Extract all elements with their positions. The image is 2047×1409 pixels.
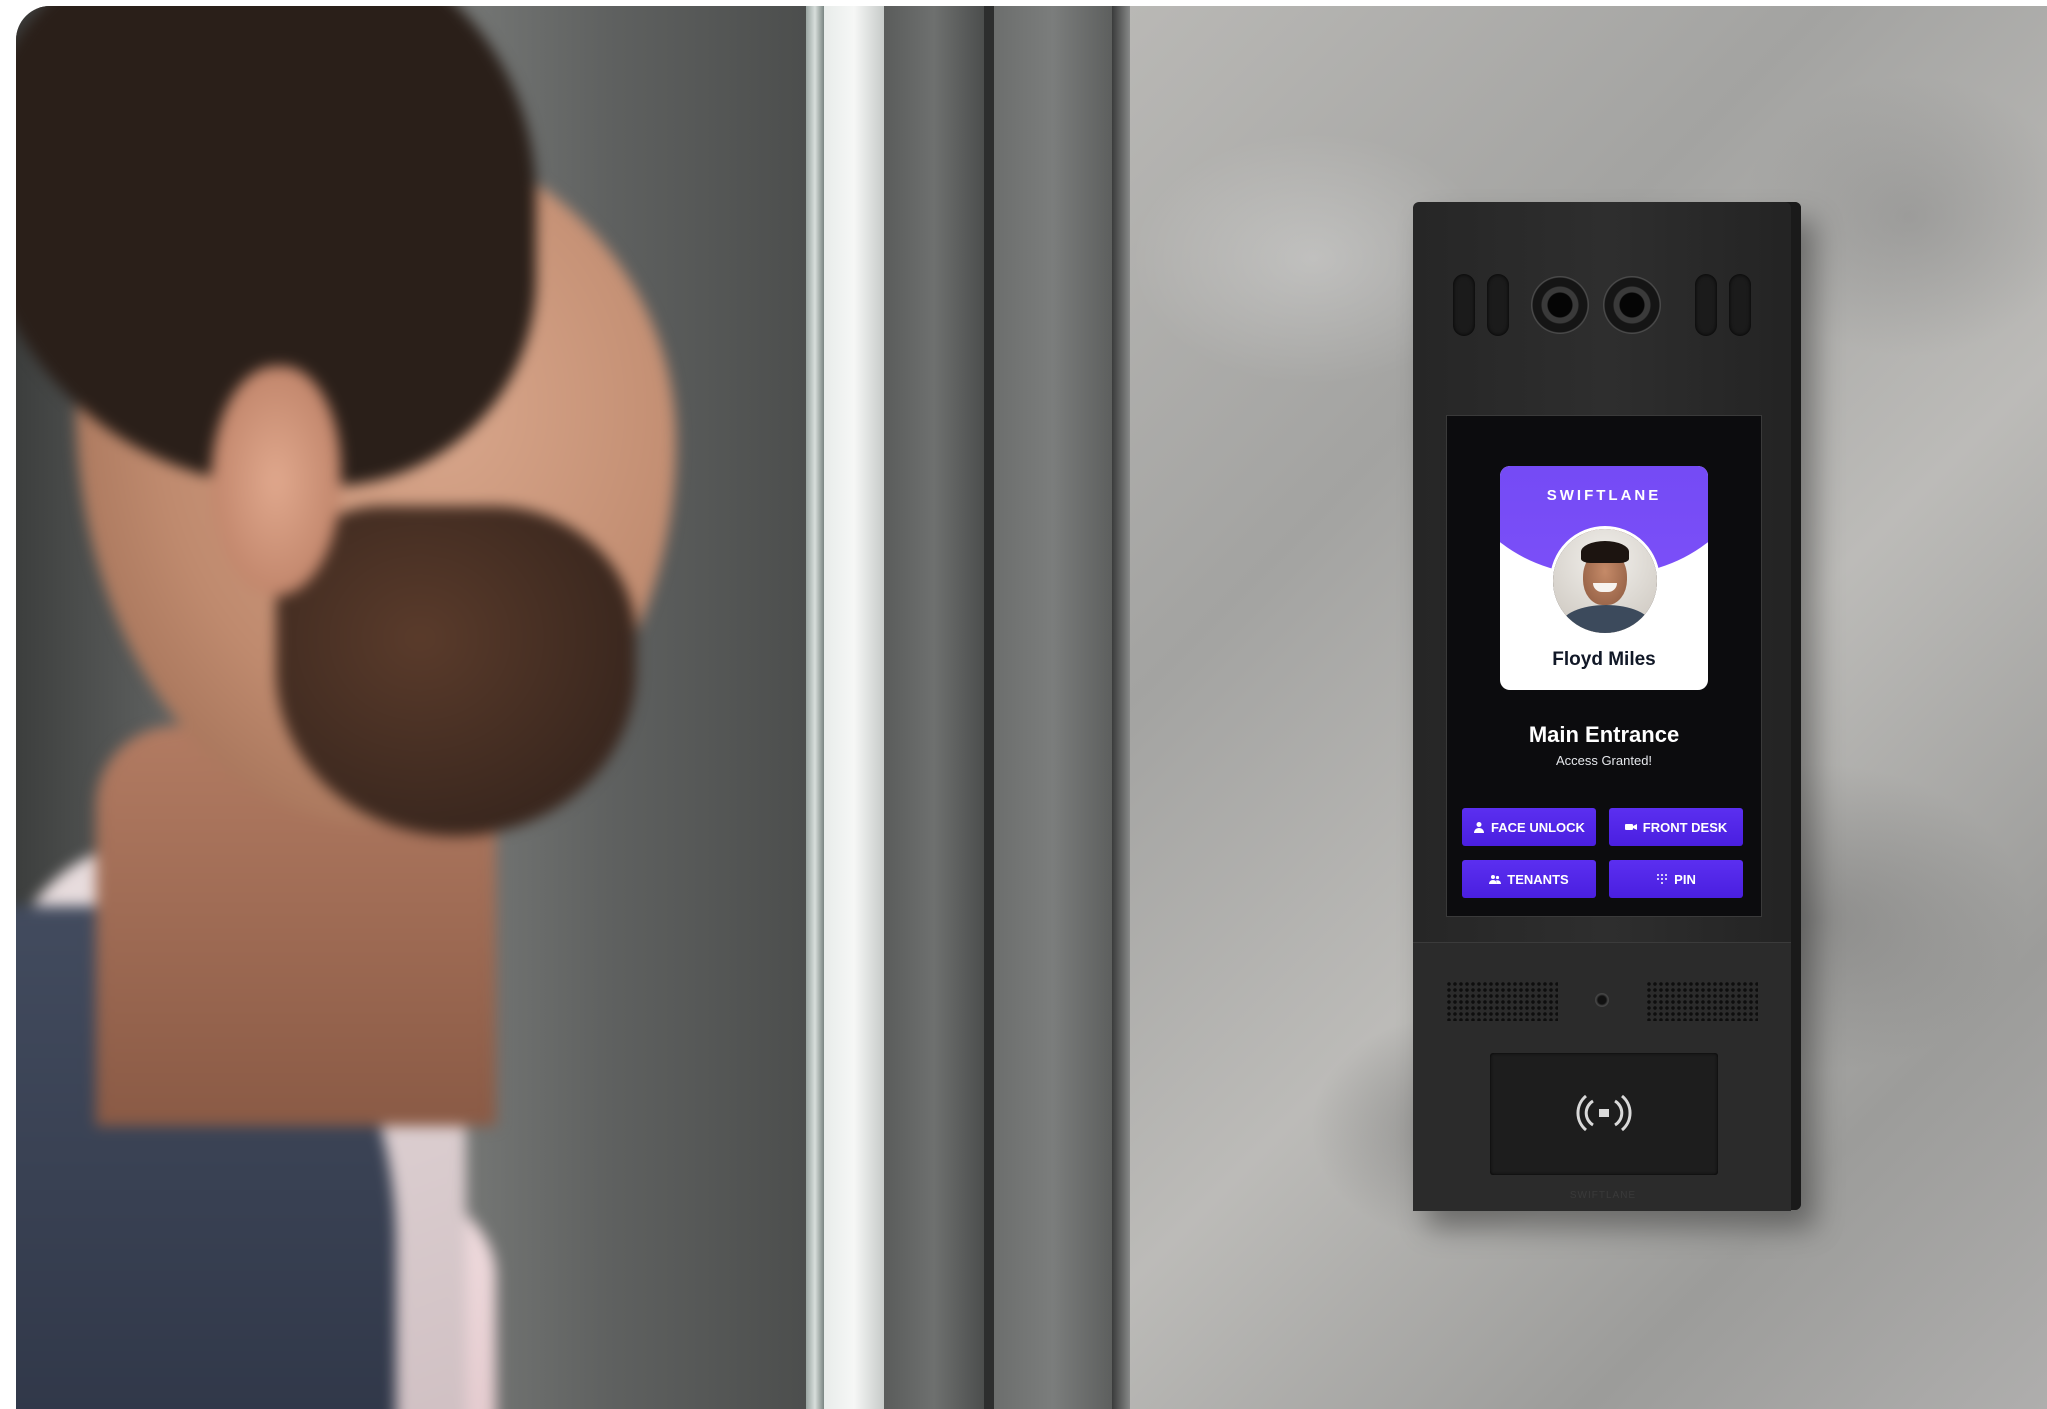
beard bbox=[276, 506, 636, 836]
front-desk-button[interactable]: FRONT DESK bbox=[1609, 808, 1743, 846]
ir-sensor bbox=[1453, 274, 1475, 336]
avatar bbox=[1550, 526, 1660, 636]
nfc-icon bbox=[1576, 1094, 1632, 1132]
video-camera-icon bbox=[1624, 824, 1637, 830]
ir-sensor bbox=[1487, 274, 1509, 336]
resident-name: Floyd Miles bbox=[1552, 649, 1656, 670]
location-title: Main Entrance bbox=[1528, 722, 1680, 747]
button-label: PIN bbox=[1674, 871, 1696, 887]
ir-sensor bbox=[1695, 274, 1717, 336]
person-icon bbox=[1474, 822, 1485, 833]
button-label: FRONT DESK bbox=[1642, 819, 1728, 835]
device-lower-panel: SWIFTLANE bbox=[1413, 942, 1791, 1211]
ear bbox=[211, 366, 341, 596]
keypad-icon bbox=[1657, 874, 1668, 884]
microphone-icon bbox=[1595, 993, 1609, 1007]
door-frame-highlight bbox=[824, 6, 884, 1409]
camera-lens-icon bbox=[1603, 276, 1661, 334]
tenants-button[interactable]: TENANTS bbox=[1462, 860, 1596, 898]
intercom-device: SWIFTLANE Floyd Miles Main Entrance Acce… bbox=[1413, 202, 1801, 1211]
camera-lens-icon bbox=[1531, 276, 1589, 334]
pin-button[interactable]: PIN bbox=[1609, 860, 1743, 898]
door-frame-post bbox=[884, 6, 984, 1409]
speaker-grille bbox=[1646, 981, 1758, 1021]
access-status: Access Granted! bbox=[1555, 753, 1653, 768]
door-frame-post bbox=[994, 6, 1112, 1409]
device-logo: SWIFTLANE bbox=[1569, 1190, 1637, 1201]
person-blurred bbox=[16, 6, 776, 1409]
door-frame-edge bbox=[1112, 6, 1130, 1409]
button-label: FACE UNLOCK bbox=[1491, 819, 1585, 835]
door-frame-gap bbox=[984, 6, 994, 1409]
ir-sensor bbox=[1729, 274, 1751, 336]
speaker-grille bbox=[1446, 981, 1558, 1021]
face-unlock-button[interactable]: FACE UNLOCK bbox=[1462, 808, 1596, 846]
camera-strip bbox=[1453, 270, 1751, 336]
people-icon bbox=[1489, 875, 1502, 884]
touch-screen: SWIFTLANE Floyd Miles Main Entrance Acce… bbox=[1446, 415, 1762, 917]
card-reader[interactable] bbox=[1490, 1053, 1718, 1175]
button-label: TENANTS bbox=[1507, 871, 1569, 887]
door-frame bbox=[806, 6, 824, 1409]
brand-logo: SWIFTLANE bbox=[1546, 487, 1662, 504]
resident-card: SWIFTLANE Floyd Miles bbox=[1500, 466, 1708, 690]
